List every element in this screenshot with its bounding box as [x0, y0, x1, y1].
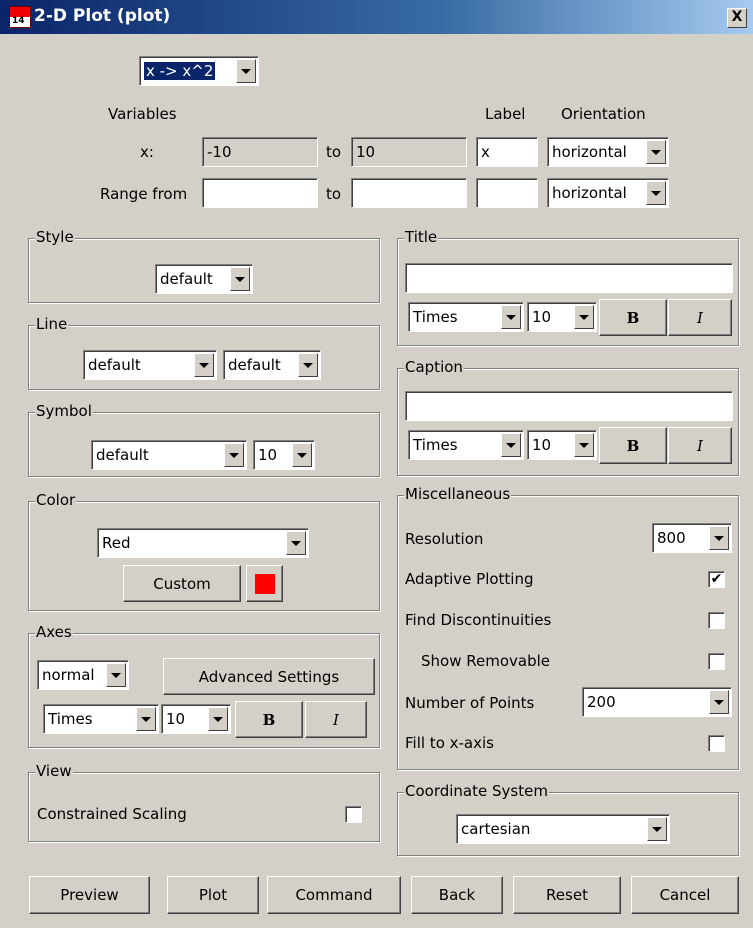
label-header: Label: [485, 105, 526, 123]
chevron-down-icon[interactable]: [292, 443, 312, 467]
chevron-down-icon[interactable]: [646, 181, 666, 205]
chevron-down-icon[interactable]: [709, 526, 729, 550]
app-icon: 14: [9, 6, 31, 28]
preview-button[interactable]: Preview: [29, 876, 150, 914]
title-group: Title Times 10 B I: [397, 228, 739, 346]
chevron-down-icon[interactable]: [208, 707, 228, 731]
chevron-down-icon[interactable]: [501, 305, 521, 329]
axes-mode-select[interactable]: normal: [37, 660, 129, 690]
symbol-select[interactable]: default: [91, 440, 247, 470]
color-swatch: [254, 573, 275, 594]
chevron-down-icon[interactable]: [298, 353, 318, 377]
find-discontinuities-label: Find Discontinuities: [405, 611, 552, 629]
chevron-down-icon[interactable]: [136, 707, 156, 731]
x-variable-label: x:: [140, 143, 154, 161]
coordinate-system-group: Coordinate System cartesian: [397, 782, 739, 856]
reset-button[interactable]: Reset: [513, 876, 621, 914]
chevron-down-icon[interactable]: [106, 663, 126, 687]
coordinate-system-select[interactable]: cartesian: [456, 814, 670, 844]
chevron-down-icon[interactable]: [647, 817, 667, 841]
find-discontinuities-checkbox[interactable]: [708, 612, 725, 629]
color-group: Color Red Custom: [28, 491, 380, 611]
axes-italic-button[interactable]: I: [305, 701, 367, 738]
advanced-settings-button[interactable]: Advanced Settings: [163, 658, 375, 695]
show-removable-label: Show Removable: [421, 652, 550, 670]
title-bar: 14 2-D Plot (plot) X: [0, 0, 753, 34]
color-select[interactable]: Red: [97, 528, 309, 558]
caption-bold-button[interactable]: B: [599, 427, 667, 464]
line-thickness-select[interactable]: default: [223, 350, 321, 380]
caption-group: Caption Times 10 B I: [397, 358, 739, 476]
chevron-down-icon[interactable]: [574, 305, 594, 329]
expression-select[interactable]: x -> x^2: [139, 56, 259, 86]
orientation-header: Orientation: [561, 105, 646, 123]
resolution-select[interactable]: 800: [652, 523, 732, 553]
chevron-down-icon[interactable]: [236, 59, 256, 83]
to-label: to: [326, 185, 342, 203]
fill-to-x-axis-label: Fill to x-axis: [405, 734, 494, 752]
range-from-label: Range from: [100, 185, 188, 203]
resolution-label: Resolution: [405, 530, 484, 548]
x-to-field[interactable]: 10: [351, 137, 467, 167]
view-group: View Constrained Scaling: [28, 762, 380, 842]
cancel-button[interactable]: Cancel: [631, 876, 739, 914]
chevron-down-icon[interactable]: [501, 433, 521, 457]
miscellaneous-group: Miscellaneous Resolution 800 Adaptive Pl…: [397, 485, 739, 770]
x-from-field[interactable]: -10: [202, 137, 318, 167]
constrained-scaling-checkbox[interactable]: [345, 806, 362, 823]
variables-header: Variables: [108, 105, 177, 123]
line-style-select[interactable]: default: [83, 350, 217, 380]
close-button[interactable]: X: [727, 8, 747, 28]
style-group: Style default: [28, 228, 380, 303]
caption-size-select[interactable]: 10: [527, 430, 597, 460]
x-orientation-select[interactable]: horizontal: [547, 137, 669, 167]
style-select[interactable]: default: [155, 264, 253, 294]
title-size-select[interactable]: 10: [527, 302, 597, 332]
x-label-field[interactable]: x: [476, 137, 538, 167]
adaptive-plotting-label: Adaptive Plotting: [405, 570, 534, 588]
color-swatch-button[interactable]: [246, 565, 283, 602]
title-text-field[interactable]: [405, 263, 733, 293]
chevron-down-icon[interactable]: [224, 443, 244, 467]
plot-button[interactable]: Plot: [167, 876, 259, 914]
caption-font-select[interactable]: Times: [408, 430, 524, 460]
chevron-down-icon[interactable]: [574, 433, 594, 457]
chevron-down-icon[interactable]: [194, 353, 214, 377]
show-removable-checkbox[interactable]: [708, 653, 725, 670]
range-from-field[interactable]: [202, 178, 318, 208]
axes-group: Axes normal Advanced Settings Times 10 B…: [28, 623, 380, 748]
range-orientation-select[interactable]: horizontal: [547, 178, 669, 208]
axes-bold-button[interactable]: B: [235, 701, 303, 738]
caption-italic-button[interactable]: I: [668, 427, 732, 464]
back-button[interactable]: Back: [411, 876, 503, 914]
adaptive-plotting-checkbox[interactable]: ✔: [708, 571, 725, 588]
chevron-down-icon[interactable]: [709, 690, 729, 714]
window-title: 2-D Plot (plot): [34, 6, 171, 26]
title-italic-button[interactable]: I: [668, 299, 732, 336]
title-font-select[interactable]: Times: [408, 302, 524, 332]
range-to-field[interactable]: [351, 178, 467, 208]
to-label: to: [326, 143, 342, 161]
caption-text-field[interactable]: [405, 391, 733, 421]
line-group: Line default default: [28, 315, 380, 390]
constrained-scaling-label: Constrained Scaling: [37, 805, 187, 823]
chevron-down-icon[interactable]: [646, 140, 666, 164]
axes-size-select[interactable]: 10: [161, 704, 231, 734]
number-of-points-select[interactable]: 200: [582, 687, 732, 717]
number-of-points-label: Number of Points: [405, 694, 535, 712]
symbol-size-select[interactable]: 10: [253, 440, 315, 470]
fill-to-x-axis-checkbox[interactable]: [708, 735, 725, 752]
command-button[interactable]: Command: [267, 876, 401, 914]
chevron-down-icon[interactable]: [286, 531, 306, 555]
chevron-down-icon[interactable]: [230, 267, 250, 291]
symbol-group: Symbol default 10: [28, 402, 380, 477]
title-bold-button[interactable]: B: [599, 299, 667, 336]
axes-font-select[interactable]: Times: [43, 704, 159, 734]
range-label-field[interactable]: [476, 178, 538, 208]
custom-color-button[interactable]: Custom: [123, 565, 241, 602]
